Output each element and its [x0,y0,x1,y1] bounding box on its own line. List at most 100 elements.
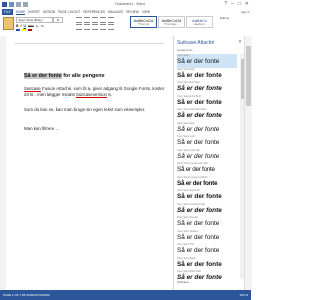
style-normal[interactable]: AaBbCcDd ¶ Normal [130,16,157,28]
tab-insert[interactable]: INSERT [28,10,40,14]
document-scroll-thumb[interactable] [246,46,251,106]
heading-selected-text: Så er der fonte [24,73,62,79]
paragraph-text: 6. [106,92,112,98]
paragraph-3[interactable]: Man kan filtrere ... [24,126,59,132]
document-scrollbar[interactable] [244,36,252,290]
italic-button[interactable]: I [21,24,22,28]
align-center-icon[interactable] [84,24,90,30]
font-sample: Så er der fonte [177,98,222,106]
style-name: Heading 1 [193,23,206,26]
sign-in-link[interactable]: Sign in [241,10,250,14]
highlight-color-icon[interactable] [22,29,26,31]
font-list-item[interactable]: Open Sans Italic Så er der fonte [177,122,237,136]
redo-icon[interactable] [23,2,28,7]
clipboard-group [2,16,14,35]
font-list-item[interactable]: Open Sans Semibold Så er der fonte [177,189,237,203]
line-spacing-icon[interactable] [108,24,114,30]
decrease-indent-icon[interactable] [100,17,106,23]
superscript-button[interactable]: x² [41,24,44,28]
tab-view[interactable]: VIEW [142,10,150,14]
font-list-item[interactable]: Open Sans Medium Så er der fonte [177,230,237,244]
font-list-item[interactable]: Open Sans Thin Så er der fonte [177,243,237,257]
word-icon [2,2,7,7]
tab-home[interactable]: HOME [15,10,26,15]
strikethrough-button[interactable]: abc [28,24,34,28]
paragraph-buttons [76,17,114,23]
window-title: Dokument1 - Word [115,2,145,6]
subscript-button[interactable]: x₂ [36,24,39,28]
font-sample: Så er der fonte [177,233,220,241]
paragraph-1[interactable]: Suitcase Fusion Attaché, som bl.a. giver… [24,86,169,98]
color-buttons [16,29,32,31]
maximize-icon[interactable]: □ [238,1,241,7]
close-icon[interactable]: ✕ [245,1,249,7]
text-effects-icon[interactable] [16,29,20,31]
quick-access-toolbar [2,2,28,7]
misspelled-word: Suitcaseversion [75,92,107,98]
bullets-icon[interactable] [76,17,82,23]
font-size-select[interactable]: 11 [53,17,63,23]
font-list-item[interactable]: Open Sans Light Så er der fonte [177,135,237,149]
tab-review[interactable]: REVIEW [126,10,139,14]
heading-text: for alle pengene [61,73,105,79]
font-sample: Så er der fonte [177,152,220,160]
font-list-item[interactable]: Open Sans Black Så er der fonte [177,257,237,271]
font-sample: Så er der fonte [177,166,215,173]
multilevel-list-icon[interactable] [92,17,98,23]
font-list-item[interactable]: Open Sans Light Italic Så er der fonte [177,149,237,163]
style-heading-1[interactable]: AaBbCc Heading 1 [186,16,213,28]
paragraph-group [76,16,126,35]
tab-mailings[interactable]: MAILINGS [108,10,123,14]
font-color-icon[interactable] [28,29,32,31]
style-name: ¶ Normal [138,23,149,26]
style-name: ¶ No Spac... [164,23,179,26]
styles-gallery: AaBbCcDd ¶ Normal AaBbCcDd ¶ No Spac... … [130,16,216,35]
align-left-icon[interactable] [76,24,82,30]
pane-close-icon[interactable]: ✕ [238,39,242,45]
document-heading[interactable]: Så er der fonte for alle pengene [24,73,105,79]
pane-footer: Suitcase [177,280,189,284]
font-list-item[interactable]: Open Sans Bold Italic Så er der fonte [177,81,237,95]
minimize-icon[interactable]: – [231,1,234,7]
font-list-item[interactable]: Open Sans Extra Bold Så er der fonte [177,95,237,109]
tab-design[interactable]: DESIGN [43,10,55,14]
font-sample: Så er der fonte [177,260,222,268]
status-text: PAGE 1 OF 1 58 WORDS DANISH [3,293,50,297]
style-no-spacing[interactable]: AaBbCcDd ¶ No Spac... [158,16,185,28]
misspelled-word: Suitcase [24,86,41,91]
increase-indent-icon[interactable] [108,17,114,23]
zoom-level[interactable]: 100 % [239,293,248,297]
pane-title: Suitcase Attaché [177,40,215,46]
font-sample: Så er der fonte [177,179,218,187]
font-list-item[interactable]: Open Sans Bold Så er der fonte [177,68,237,82]
format-buttons: B I U abc x₂ x² [16,24,44,28]
font-sample: Så er der fonte [177,206,222,214]
numbering-icon[interactable] [84,17,90,23]
font-name-select[interactable]: Open Sans (Body) [16,17,53,23]
paste-button[interactable] [3,17,14,30]
status-bar: PAGE 1 OF 1 58 WORDS DANISH 100 % [0,290,251,300]
font-sample: Så er der fonte [177,85,222,92]
title-bar: Dokument1 - Word ? – □ ✕ [0,0,251,9]
underline-button[interactable]: U [24,24,27,28]
tab-references[interactable]: REFERENCES [83,10,105,14]
align-right-icon[interactable] [92,24,98,30]
help-icon[interactable]: ? [224,1,227,7]
justify-icon[interactable] [100,24,106,30]
paragraph-2[interactable]: Som du kan se, kan man bruge sin egen te… [24,107,169,113]
font-sample: Så er der fonte [177,247,220,254]
font-list-item[interactable]: Open Sans Extra Bold Italic Så er der fon… [177,108,237,122]
undo-icon[interactable] [16,2,21,7]
font-group: Open Sans (Body) 11 B I U abc x₂ x² [16,16,74,35]
font-list: Open Sans Så er der fonte Open Sans Bold Så… [177,54,237,284]
bold-button[interactable]: B [16,24,19,28]
font-list-item[interactable]: Open Sans Så er der fonte [177,54,237,68]
font-list-item[interactable]: Open Sans Condensed Light Så er der fonte [177,162,237,176]
save-icon[interactable] [9,2,14,7]
font-list-item[interactable]: Open Sans Regular Så er der fonte [177,216,237,230]
font-list-item[interactable]: Open Sans Semibold Italic Så er der fonte [177,203,237,217]
font-list-item[interactable]: Open Sans Condensed Bold Så er der fonte [177,176,237,190]
tab-page-layout[interactable]: PAGE LAYOUT [58,10,80,14]
font-sample: Så er der fonte [177,58,220,65]
editing-group[interactable]: Editing [220,16,248,35]
